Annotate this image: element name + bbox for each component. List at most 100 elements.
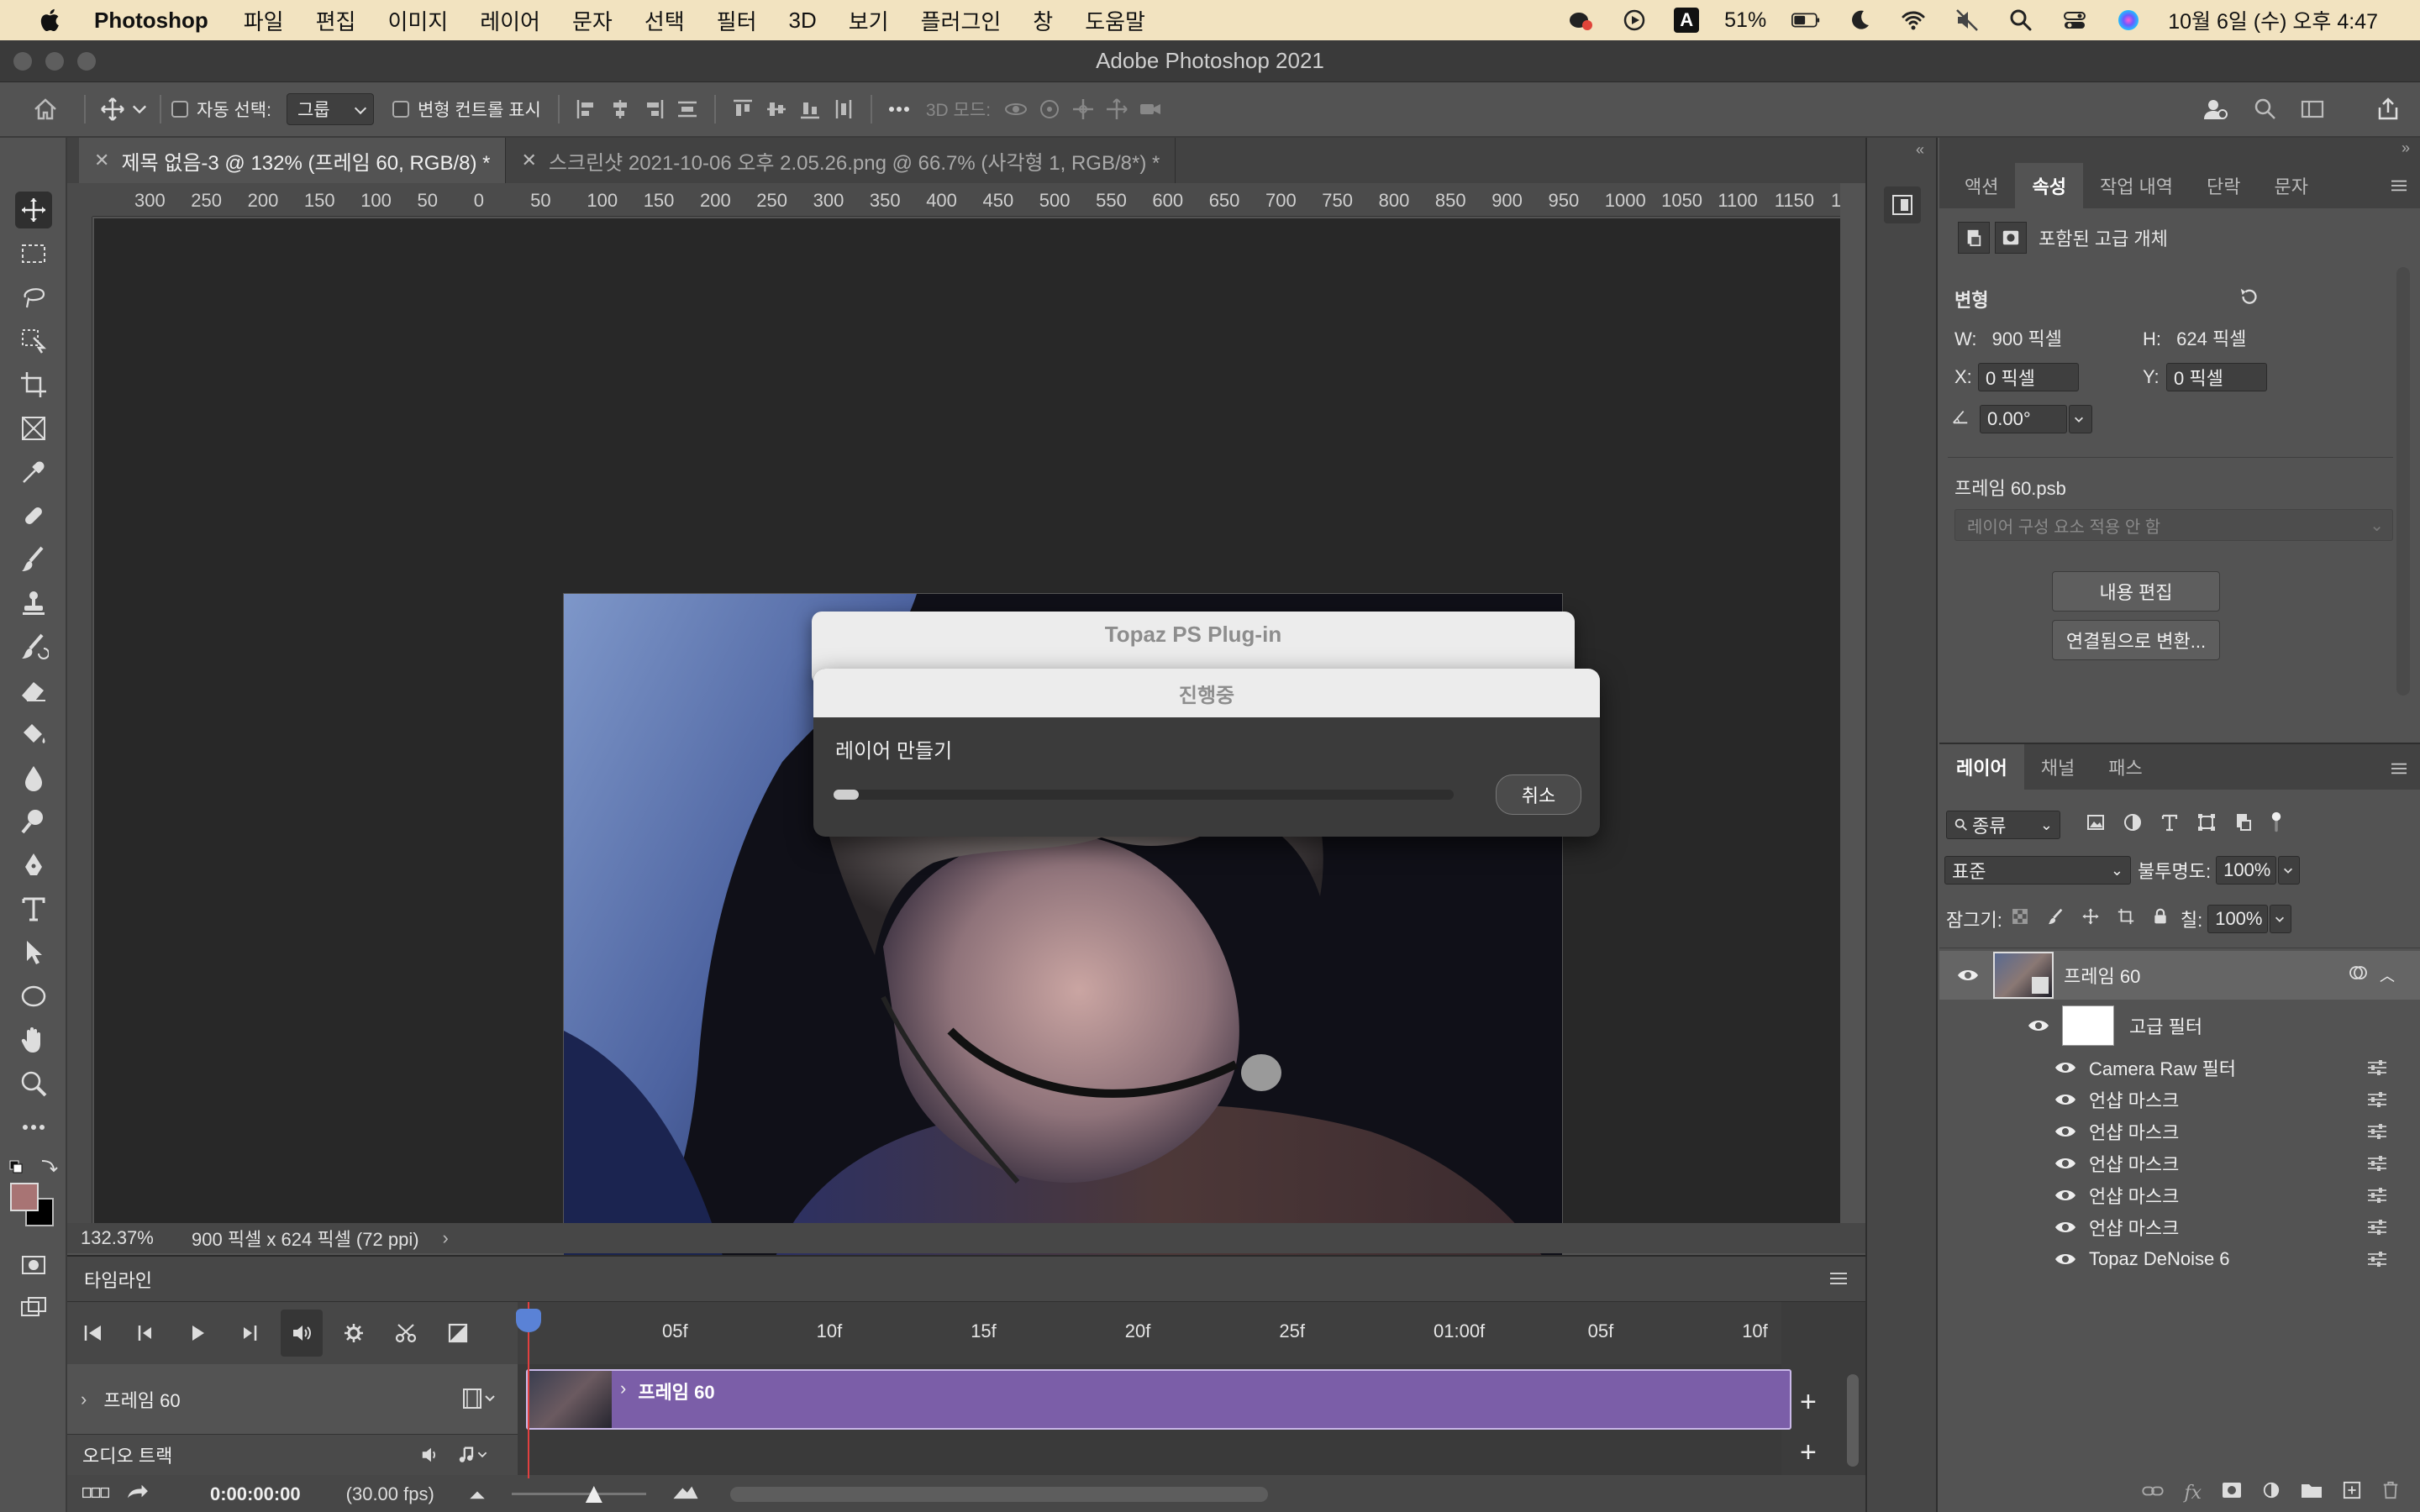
blend-mode-dropdown[interactable]: 표준 ⌄: [1944, 856, 2131, 885]
properties-menu-icon[interactable]: [2390, 176, 2408, 198]
collapse-panels-icon[interactable]: «: [1916, 141, 1924, 159]
tab-document-1[interactable]: ✕ 제목 없음-3 @ 132% (프레임 60, RGB/8) *: [79, 138, 507, 183]
filter-visibility-eye-icon[interactable]: [2054, 1188, 2077, 1203]
align-vcenter-icon[interactable]: [760, 92, 793, 126]
split-scissors-icon[interactable]: [380, 1310, 432, 1357]
tab-properties[interactable]: 속성: [2015, 163, 2083, 208]
status-menu-chevron-icon[interactable]: ›: [443, 1227, 449, 1249]
siri-icon[interactable]: [2114, 6, 2143, 34]
fill-input[interactable]: 100%: [2207, 905, 2269, 933]
lock-all-icon[interactable]: [2152, 907, 2169, 931]
audio-toggle-icon[interactable]: [281, 1310, 323, 1357]
more-options-icon[interactable]: [882, 92, 916, 126]
filter-blending-options-icon[interactable]: [2366, 1090, 2388, 1109]
hand-tool[interactable]: [15, 1021, 52, 1058]
layer-visibility-eye-icon[interactable]: [1956, 968, 1980, 983]
path-selection-tool[interactable]: [15, 934, 52, 971]
tool-preset-chevron-icon[interactable]: [129, 92, 150, 126]
smart-filter-item[interactable]: 언샵 마스크: [1939, 1179, 2420, 1211]
menu-edit[interactable]: 편집: [316, 5, 356, 36]
filter-blending-options-icon[interactable]: [2366, 1122, 2388, 1141]
crop-tool[interactable]: [15, 366, 52, 403]
lock-transparent-icon[interactable]: [2011, 907, 2029, 931]
y-input[interactable]: 0 픽셀: [2166, 363, 2267, 391]
auto-select-dropdown[interactable]: 그룹: [286, 93, 374, 125]
align-top-icon[interactable]: [726, 92, 760, 126]
filter-visibility-eye-icon[interactable]: [2054, 1060, 2077, 1075]
smart-filter-mask-thumbnail[interactable]: [2062, 1005, 2114, 1046]
3d-pan-icon[interactable]: [1066, 92, 1100, 126]
menu-layer[interactable]: 레이어: [480, 5, 540, 36]
opacity-input[interactable]: 100%: [2216, 856, 2277, 885]
tab-channels[interactable]: 채널: [2024, 744, 2091, 790]
zoom-window-button[interactable]: [77, 52, 96, 71]
smart-filter-item[interactable]: Camera Raw 필터: [1939, 1052, 2420, 1084]
filter-visibility-eye-icon[interactable]: [2054, 1156, 2077, 1171]
eraser-tool[interactable]: [15, 672, 52, 709]
playback-settings-icon[interactable]: [328, 1310, 380, 1357]
filter-blending-options-icon[interactable]: [2366, 1058, 2388, 1077]
smart-filter-item[interactable]: Topaz DeNoise 6: [1939, 1243, 2420, 1275]
distribute-vertical-icon[interactable]: [671, 92, 704, 126]
tab-history[interactable]: 작업 내역: [2083, 163, 2190, 208]
collapse-effects-chevron-icon[interactable]: ︿: [2380, 964, 2395, 986]
lock-artboard-icon[interactable]: [2117, 907, 2135, 931]
lock-position-icon[interactable]: [2081, 907, 2100, 931]
audio-track-header[interactable]: 오디오 트랙: [67, 1435, 518, 1475]
eyedropper-tool[interactable]: [15, 454, 52, 491]
play-icon[interactable]: [171, 1310, 224, 1357]
input-source-icon[interactable]: A: [1674, 8, 1700, 33]
wifi-icon[interactable]: [1899, 6, 1928, 34]
expand-panels-icon[interactable]: »: [2402, 139, 2410, 157]
align-right-icon[interactable]: [637, 92, 671, 126]
timeline-ruler[interactable]: 05f 10f 15f 20f 25f 01:00f 05f 10f: [518, 1302, 1781, 1364]
minimize-window-button[interactable]: [45, 52, 64, 71]
lasso-tool[interactable]: [15, 279, 52, 316]
menu-type[interactable]: 문자: [572, 5, 613, 36]
screen-mode-icon[interactable]: [15, 1290, 52, 1327]
lock-pixels-icon[interactable]: [2046, 907, 2065, 931]
add-mask-icon[interactable]: [2222, 1481, 2242, 1504]
audio-speaker-icon[interactable]: [420, 1445, 440, 1470]
home-icon[interactable]: [29, 92, 62, 126]
tab-document-2[interactable]: ✕ 스크린샷 2021-10-06 오후 2.05.26.png @ 66.7%…: [506, 138, 1176, 183]
smart-filter-item[interactable]: 언샵 마스크: [1939, 1147, 2420, 1179]
smart-filter-item[interactable]: 언샵 마스크: [1939, 1116, 2420, 1147]
smart-object-icon[interactable]: [1958, 222, 1990, 254]
frame-tool[interactable]: [15, 410, 52, 447]
layer-row[interactable]: 프레임 60 ︿: [1939, 951, 2420, 1000]
search-panel-icon[interactable]: [2249, 92, 2282, 126]
zoom-level[interactable]: 132.37%: [81, 1227, 182, 1249]
layers-menu-icon[interactable]: [2390, 759, 2408, 781]
new-layer-icon[interactable]: [2343, 1481, 2361, 1504]
filter-shape-icon[interactable]: [2196, 812, 2217, 837]
vertical-ruler[interactable]: [67, 217, 92, 1225]
3d-roll-icon[interactable]: [1033, 92, 1066, 126]
menu-view[interactable]: 보기: [849, 5, 889, 36]
layer-thumbnail[interactable]: [1993, 952, 2054, 999]
smart-filter-indicator-icon[interactable]: [2348, 963, 2368, 988]
menu-plugins[interactable]: 플러그인: [921, 5, 1002, 36]
previous-frame-icon[interactable]: [119, 1310, 171, 1357]
control-center-icon[interactable]: [2060, 6, 2089, 34]
close-tab-icon[interactable]: ✕: [94, 150, 109, 171]
3d-orbit-icon[interactable]: [999, 92, 1033, 126]
height-value[interactable]: 624 픽셀: [2176, 328, 2246, 349]
apple-menu-icon[interactable]: [37, 8, 60, 33]
fill-chevron-icon[interactable]: [2270, 905, 2292, 933]
playhead-handle[interactable]: [516, 1309, 541, 1332]
opacity-chevron-icon[interactable]: [2278, 856, 2301, 885]
video-track-header[interactable]: › 프레임 60: [67, 1364, 518, 1435]
x-input[interactable]: 0 픽셀: [1978, 363, 2079, 391]
timeline-horizontal-scrollbar[interactable]: [729, 1487, 1268, 1502]
learn-user-icon[interactable]: [2198, 92, 2232, 126]
distribute-horizontal-icon[interactable]: [827, 92, 860, 126]
film-strip-icon[interactable]: [462, 1388, 496, 1415]
tab-paths[interactable]: 패스: [2091, 744, 2159, 790]
width-value[interactable]: 900 픽셀: [1992, 328, 2062, 349]
expand-track-chevron-icon[interactable]: ›: [81, 1389, 87, 1410]
render-video-icon[interactable]: [126, 1483, 160, 1506]
first-frame-icon[interactable]: [67, 1310, 119, 1357]
filter-adjustment-icon[interactable]: [2123, 812, 2143, 837]
menu-window[interactable]: 창: [1033, 5, 1053, 36]
